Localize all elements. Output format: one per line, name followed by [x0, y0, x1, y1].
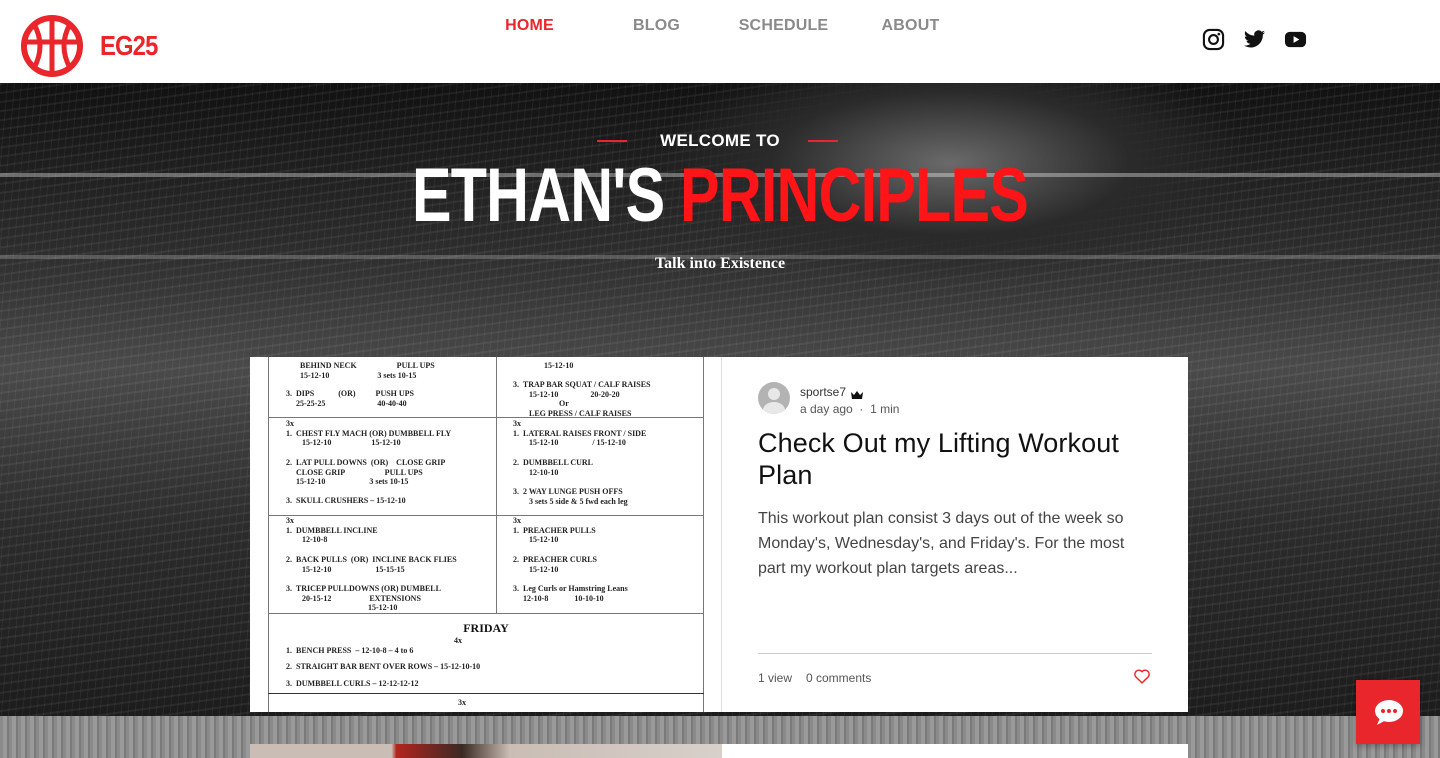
sheet-friday-heading: FRIDAY — [463, 621, 509, 635]
main-nav: HOME BLOG SCHEDULE ABOUT — [466, 17, 974, 35]
sheet-cell: 3. DUMBBELL CURLS – 12-12-12-12 — [286, 679, 419, 688]
post-date: a day ago — [800, 402, 853, 416]
sheet-border — [496, 357, 497, 613]
sheet-border — [268, 613, 704, 614]
nav-schedule[interactable]: SCHEDULE — [720, 17, 847, 35]
nav-about[interactable]: ABOUT — [847, 17, 974, 35]
youtube-icon[interactable] — [1284, 28, 1307, 51]
sheet-cell: 3x 1. CHEST FLY MACH (OR) DUMBBELL FLY 1… — [286, 419, 452, 448]
next-post-image[interactable] — [250, 744, 722, 758]
sheet-border — [268, 357, 269, 712]
sheet-cell: 2. PREACHER CURLS 15-12-10 — [513, 555, 598, 574]
post-cover-image[interactable]: BEHIND NECK PULL UPS 15-12-10 3 sets 10-… — [250, 357, 722, 712]
sheet-border — [268, 693, 704, 694]
crown-icon — [850, 387, 864, 399]
post-author[interactable]: sportse7 — [800, 385, 846, 399]
post-content: sportse7 a day ago · 1 min Check Out my … — [758, 357, 1152, 712]
brand-name[interactable]: EG25 — [100, 30, 158, 62]
social-links — [1202, 28, 1307, 51]
sheet-cell: 2. STRAIGHT BAR BENT OVER ROWS – 15-12-1… — [286, 662, 481, 671]
blog-post-card[interactable]: BEHIND NECK PULL UPS 15-12-10 3 sets 10-… — [250, 357, 1188, 712]
site-header: EG25 HOME BLOG SCHEDULE ABOUT — [0, 0, 1440, 83]
twitter-icon[interactable] — [1243, 28, 1266, 51]
title-red: PRINCIPLES — [680, 153, 1029, 238]
sheet-cell: 15-12-10 — [544, 361, 574, 370]
avatar[interactable] — [758, 382, 790, 414]
sheet-cell: 3. Leg Curls or Hamstring Leans 12-10-8 … — [513, 584, 628, 603]
welcome-dash-left — [597, 140, 627, 142]
post-comments[interactable]: 0 comments — [806, 671, 871, 685]
sheet-cell: 3x 1. DUMBBELL INCLINE 12-10-8 — [286, 516, 378, 545]
next-post-body[interactable] — [722, 744, 1188, 758]
sheet-cell: 3. SKULL CRUSHERS – 15-12-10 — [286, 496, 406, 505]
sheet-cell: 3. TRICEP PULLDOWNS (OR) DUMBELL 20-15-1… — [286, 584, 441, 613]
sheet-cell: 4x — [454, 636, 462, 645]
sheet-cell: BEHIND NECK PULL UPS 15-12-10 3 sets 10-… — [300, 361, 435, 380]
nav-blog[interactable]: BLOG — [593, 17, 720, 35]
sheet-border — [703, 357, 704, 712]
basketball-icon[interactable] — [20, 14, 84, 78]
sheet-cell: 2. BACK PULLS (OR) INCLINE BACK FLIES 15… — [286, 555, 457, 574]
chat-bubble-icon[interactable] — [1356, 680, 1420, 744]
welcome-text: WELCOME TO — [660, 131, 780, 150]
sheet-cell: 3. DIPS (OR) PUSH UPS 25-25-25 40-40-40 — [286, 389, 415, 408]
hero-tagline: Talk into Existence — [654, 255, 786, 272]
instagram-icon[interactable] — [1202, 28, 1225, 51]
hero-welcome: WELCOME TO — [0, 131, 1440, 151]
post-divider — [758, 653, 1152, 654]
post-meta: a day ago · 1 min — [800, 402, 899, 416]
title-white: ETHAN'S — [411, 153, 665, 238]
sheet-cell: 3. 2 WAY LUNGE PUSH OFFS 3 sets 5 side &… — [513, 487, 628, 506]
heart-icon[interactable] — [1133, 668, 1151, 684]
sheet-cell: 3x 1. LATERAL RAISES FRONT / SIDE 15-12-… — [513, 419, 647, 448]
workout-sheet: BEHIND NECK PULL UPS 15-12-10 3 sets 10-… — [268, 357, 704, 712]
sheet-cell: 2. LAT PULL DOWNS (OR) CLOSE GRIP CLOSE … — [286, 458, 446, 487]
post-views: 1 view — [758, 671, 793, 685]
sheet-cell: 3x 1. PREACHER PULLS 15-12-10 — [513, 516, 596, 545]
meta-separator: · — [859, 402, 864, 416]
post-read-time: 1 min — [870, 402, 900, 416]
sheet-cell: 2. DUMBBELL CURL 12-10-10 — [513, 458, 594, 477]
hero-title: ETHAN'S PRINCIPLES — [158, 151, 1281, 241]
sheet-cell: 3. TRAP BAR SQUAT / CALF RAISES 15-12-10… — [513, 380, 651, 418]
sheet-cell: 1. BENCH PRESS – 12-10-8 – 4 to 6 — [286, 646, 414, 655]
sheet-cell: 3x — [458, 698, 466, 707]
nav-home[interactable]: HOME — [466, 17, 593, 35]
post-title[interactable]: Check Out my Lifting Workout Plan — [758, 427, 1152, 491]
post-excerpt[interactable]: This workout plan consist 3 days out of … — [758, 506, 1152, 581]
welcome-dash-right — [808, 140, 838, 142]
